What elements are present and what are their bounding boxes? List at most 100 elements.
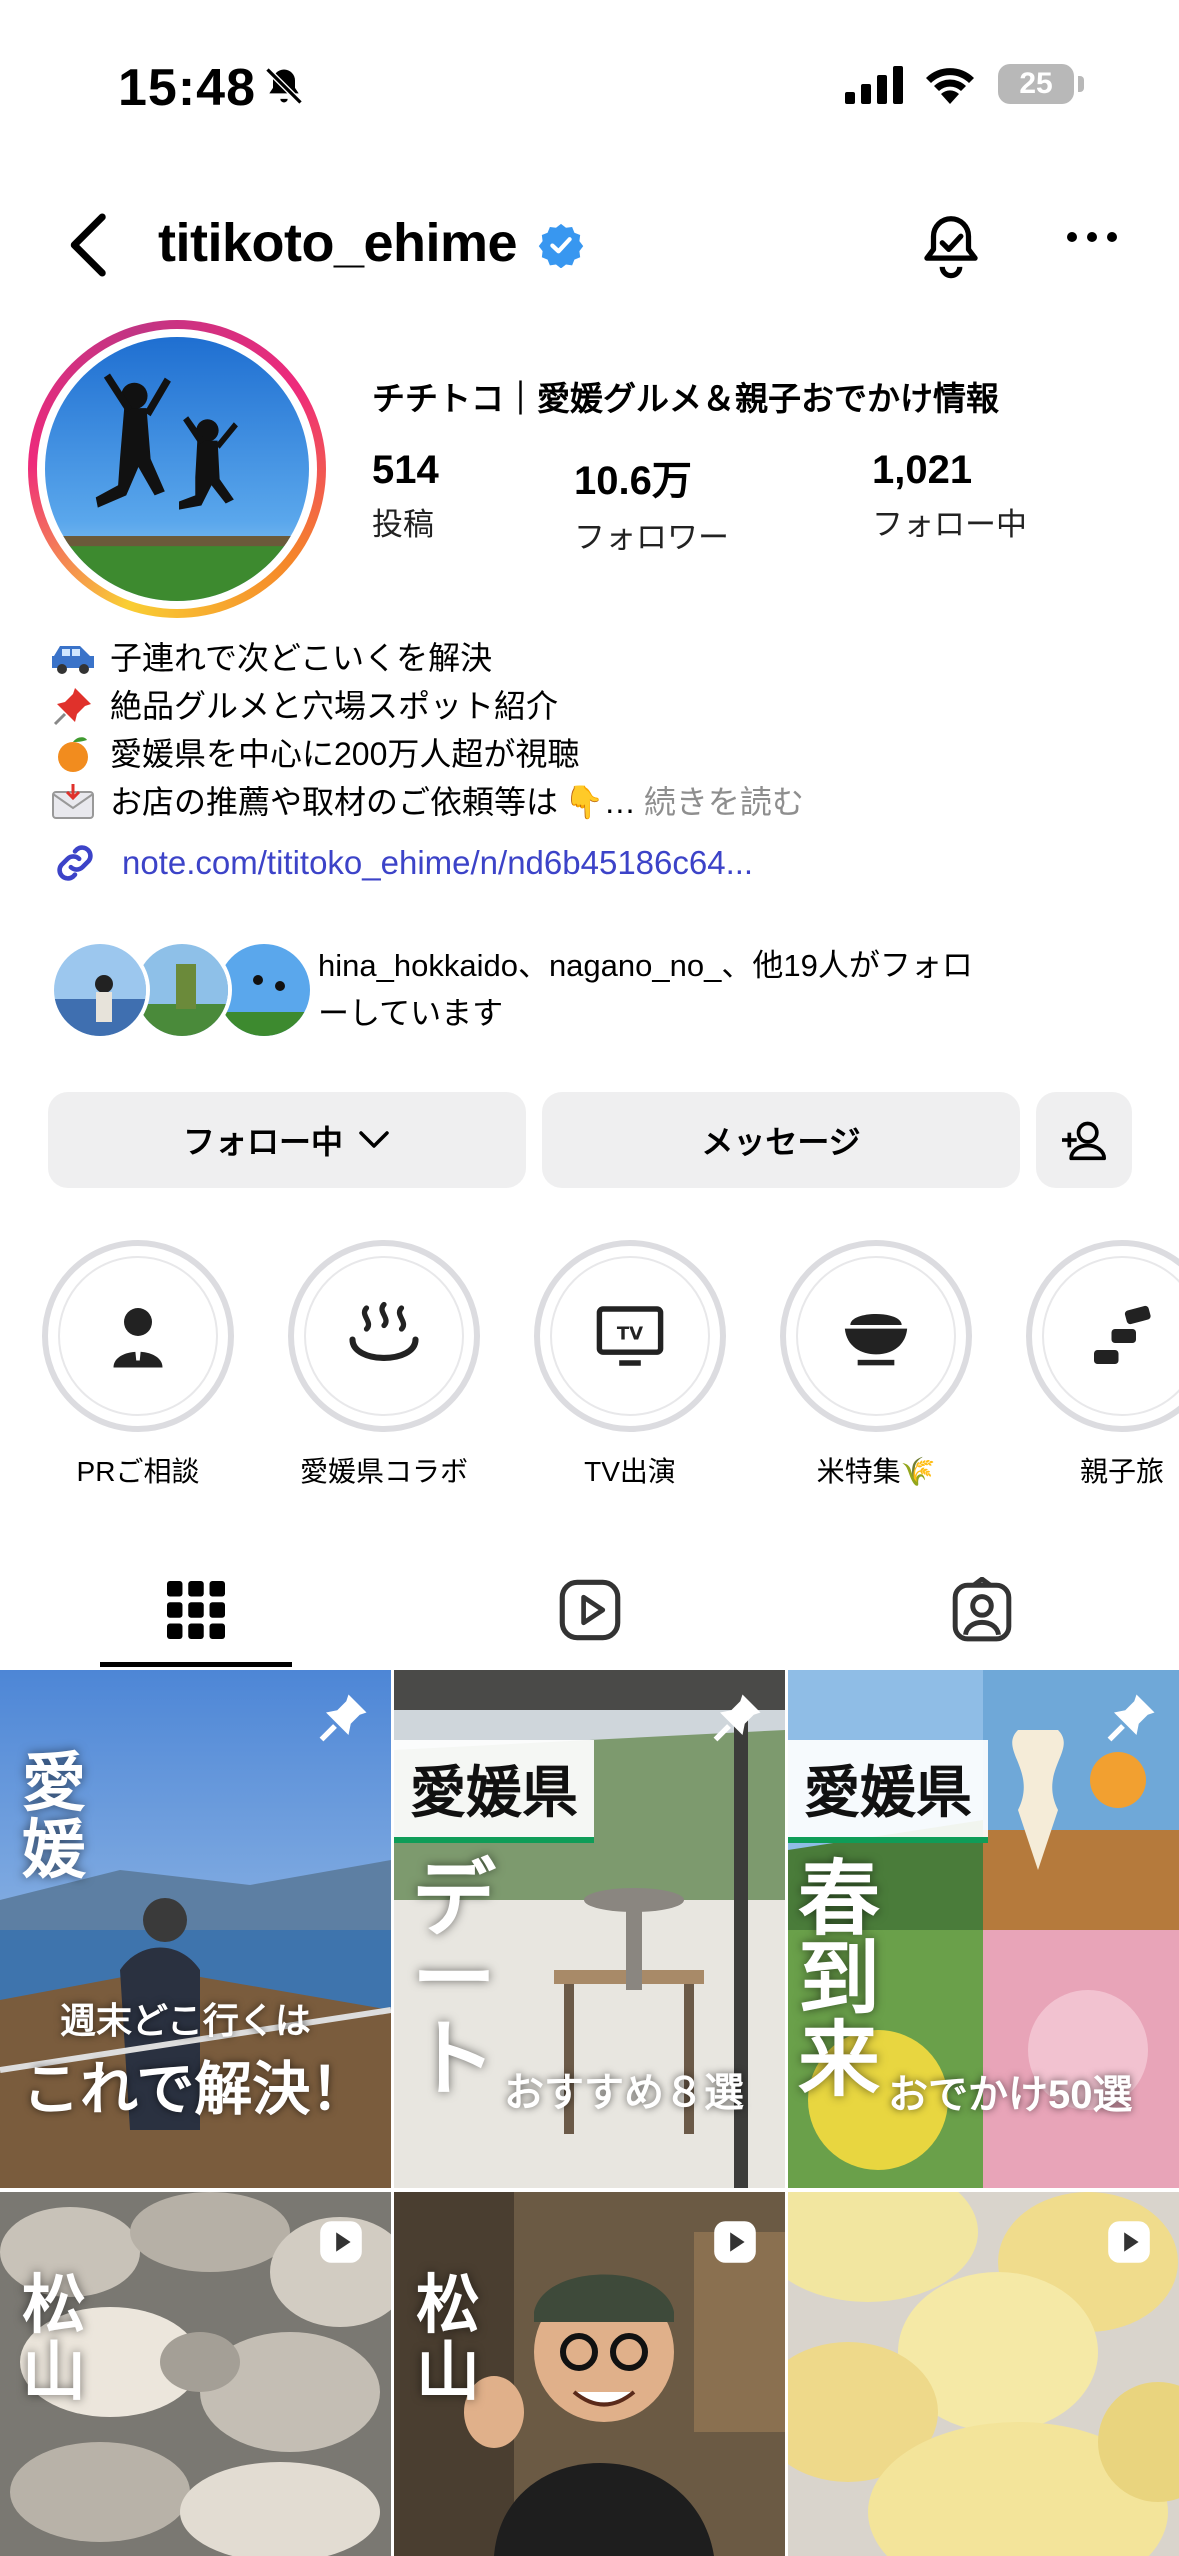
chevron-down-icon (359, 1131, 389, 1148)
stat-posts[interactable]: 514 投稿 (372, 448, 439, 544)
post-small-text: おすすめ８選 (504, 2071, 744, 2115)
svg-text:TV: TV (617, 1324, 643, 1345)
person-icon (113, 1308, 163, 1368)
stat-posts-label: 投稿 (372, 507, 434, 542)
car-emoji-icon (50, 638, 96, 678)
post-tag: 愛媛県 (394, 1740, 594, 1843)
stat-following-value: 1,021 (872, 448, 973, 492)
reel-icon (1108, 2221, 1150, 2263)
mutual-avatar (50, 940, 150, 1040)
read-more-link[interactable]: 続きを読む (644, 778, 804, 826)
add-user-button[interactable] (1036, 1092, 1132, 1188)
post-big-text: 春 到 来 (798, 1854, 881, 2106)
bio-line: お店の推薦や取材のご依頼等は 👇… 続きを読む (50, 778, 1150, 826)
stat-followers-label: フォロワー (574, 520, 729, 555)
highlight-tv[interactable]: TV TV出演 (530, 1240, 730, 1490)
back-arrow-icon[interactable] (60, 210, 120, 280)
highlight-label: PRご相談 (76, 1456, 200, 1487)
grid-post[interactable]: 松 山 (0, 2192, 391, 2556)
tab-reels[interactable] (550, 1570, 630, 1650)
battery-tip (1078, 76, 1084, 92)
post-big-text: 松 山 (416, 2269, 480, 2409)
orange-emoji-icon (50, 734, 96, 774)
mutual-followers-text: hina_hokkaido、nagano_no_、他19人がフォロ ーしています (318, 948, 973, 1031)
bio-line: 愛媛県を中心に200万人超が視聴 (50, 730, 1150, 778)
highlight-rice[interactable]: 米特集🌾 (776, 1240, 976, 1490)
battery-indicator: 25 (998, 64, 1074, 104)
highlight-label: 愛媛県コラボ (299, 1456, 468, 1487)
bio-text: 愛媛県を中心に200万人超が視聴 (110, 736, 580, 772)
active-tab-indicator (100, 1662, 292, 1667)
mutual-followers[interactable]: hina_hokkaido、nagano_no_、他19人がフォロ ーしています (50, 940, 1150, 1040)
following-button[interactable]: フォロー中 (48, 1092, 526, 1188)
post-small-text: おでかけ50選 (888, 2073, 1133, 2117)
grid-post[interactable] (788, 2192, 1179, 2556)
bio-text: お店の推薦や取材のご依頼等は (110, 784, 559, 820)
rice-bowl-icon (844, 1314, 908, 1366)
highlight-family-trip[interactable]: 親子旅 (1022, 1240, 1179, 1490)
bio-suffix: 👇… (564, 784, 636, 820)
notification-bell-icon[interactable] (918, 210, 984, 280)
tagged-person-icon (952, 1577, 1012, 1642)
post-small-text: 週末どこ行くは (60, 2000, 311, 2041)
signal-icon (845, 66, 903, 104)
verified-badge-icon (538, 223, 584, 268)
post-big-text: 松 山 (22, 2269, 86, 2409)
message-button-label: メッセージ (701, 1124, 861, 1160)
highlight-label: 米特集🌾 (816, 1456, 936, 1487)
bio-text: 子連れで次どこいくを解決 (110, 640, 493, 676)
bio-line: 子連れで次どこいくを解決 (50, 634, 1150, 682)
stat-following-label: フォロー中 (872, 507, 1027, 542)
status-time: 15:48 (118, 59, 256, 117)
profile-link-text[interactable]: note.com/tititoko_ehime/n/nd6b45186c64..… (122, 844, 753, 882)
bell-off-icon (265, 67, 303, 105)
post-big-text: デ ー ト (412, 1852, 497, 2106)
highlight-collab[interactable]: 愛媛県コラボ (284, 1240, 484, 1490)
display-name: チチトコ｜愛媛グルメ＆親子おでかけ情報 (372, 380, 999, 417)
wifi-icon (926, 68, 974, 104)
reel-icon (320, 2221, 362, 2263)
stat-posts-value: 514 (372, 448, 439, 492)
highlight-label: TV出演 (584, 1456, 676, 1487)
tab-tagged[interactable] (942, 1570, 1022, 1650)
grid-post[interactable]: 愛 媛 週末どこ行くは これで解決！ (0, 1670, 391, 2188)
grid-post[interactable]: 愛媛県 春 到 来 おでかけ50選 (788, 1670, 1179, 2188)
grid-icon (167, 1581, 225, 1639)
profile-avatar (45, 337, 309, 601)
highlight-pr[interactable]: PRご相談 (38, 1240, 238, 1490)
grid-post[interactable]: 松 山 (394, 2192, 785, 2556)
stat-following[interactable]: 1,021 フォロー中 (872, 448, 1027, 544)
add-person-icon (1062, 1121, 1106, 1161)
header-username: titikoto_ehime (158, 213, 518, 273)
message-button[interactable]: メッセージ (542, 1092, 1020, 1188)
post-small-text: これで解決！ (22, 2057, 369, 2122)
highlight-label: 親子旅 (1080, 1456, 1165, 1487)
bio-text: 絶品グルメと穴場スポット紹介 (110, 688, 559, 724)
stat-followers-value: 10.6万 (574, 459, 692, 503)
tv-icon: TV (596, 1306, 664, 1366)
onsen-icon (349, 1301, 419, 1361)
more-options-icon[interactable] (1066, 230, 1118, 244)
profile-tabs (0, 1550, 1179, 1670)
envelope-emoji-icon (50, 782, 96, 822)
profile-header: titikoto_ehime (0, 190, 1179, 300)
status-bar: 15:48 25 (0, 0, 1179, 150)
profile-link[interactable]: note.com/tititoko_ehime/n/nd6b45186c64..… (50, 838, 753, 888)
reel-icon (714, 2221, 756, 2263)
pinned-icon (713, 1694, 761, 1742)
stroller-icon (1094, 1305, 1151, 1364)
profile-bio: 子連れで次どこいくを解決 絶品グルメと穴場スポット紹介 愛媛県を中心に200万人… (50, 634, 1150, 826)
pushpin-emoji-icon (50, 686, 96, 726)
pinned-icon (1107, 1694, 1155, 1742)
stat-followers[interactable]: 10.6万 フォロワー (574, 448, 729, 557)
pinned-icon (319, 1694, 367, 1742)
link-icon (57, 845, 93, 881)
reels-icon (559, 1579, 621, 1641)
tab-grid[interactable] (156, 1570, 236, 1650)
post-tag: 愛媛県 (788, 1740, 988, 1843)
grid-post[interactable]: 愛媛県 デ ー ト おすすめ８選 (394, 1670, 785, 2188)
bio-line: 絶品グルメと穴場スポット紹介 (50, 682, 1150, 730)
post-big-text: 愛 媛 (22, 1747, 86, 1887)
following-button-label: フォロー中 (182, 1124, 343, 1160)
story-ring[interactable] (28, 320, 326, 618)
